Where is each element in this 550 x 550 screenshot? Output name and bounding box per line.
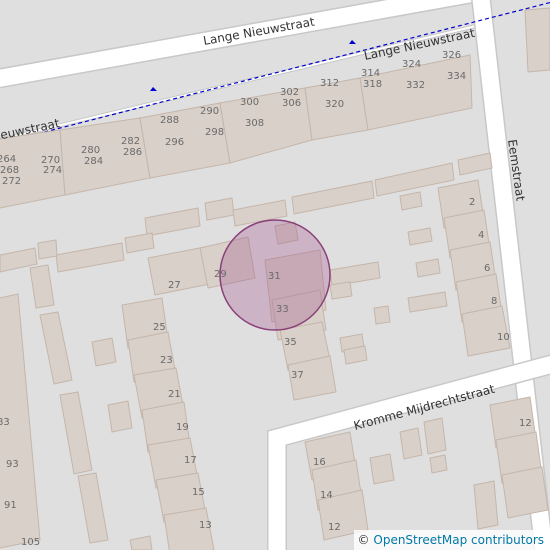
map-canvas: Lange Nieuwstraat Lange Nieuwstraat ieuw… bbox=[0, 0, 550, 550]
house-number: 296 bbox=[165, 137, 184, 148]
house-number: 290 bbox=[200, 106, 219, 117]
route-arrow-1 bbox=[150, 87, 157, 91]
house-number: 93 bbox=[6, 459, 19, 470]
house-number: 302 bbox=[280, 87, 299, 98]
shed bbox=[407, 227, 433, 246]
house-number: 326 bbox=[442, 50, 461, 61]
building-block bbox=[524, 7, 550, 73]
house-number: 308 bbox=[245, 118, 264, 129]
map-view[interactable]: Lange Nieuwstraat Lange Nieuwstraat ieuw… bbox=[0, 0, 550, 550]
house-number: 37 bbox=[291, 370, 304, 381]
house-number: 332 bbox=[406, 80, 425, 91]
house-number: 284 bbox=[84, 156, 103, 167]
house-number: 312 bbox=[320, 78, 339, 89]
house-number: 16 bbox=[313, 457, 326, 468]
house-number: 19 bbox=[176, 422, 189, 433]
house-number: 4 bbox=[478, 230, 484, 241]
osm-contributors-link[interactable]: OpenStreetMap contributors bbox=[373, 533, 544, 547]
shed bbox=[429, 454, 448, 474]
house-number: 10 bbox=[497, 332, 510, 343]
shed bbox=[369, 453, 395, 485]
shed bbox=[399, 427, 423, 460]
house-number: 274 bbox=[43, 165, 62, 176]
shed bbox=[29, 264, 55, 309]
copyright-symbol: © bbox=[357, 533, 370, 547]
house-number: 29 bbox=[214, 269, 227, 280]
shed bbox=[291, 180, 375, 215]
house-number: 35 bbox=[284, 337, 297, 348]
house-number: 286 bbox=[123, 147, 142, 158]
house-number: 334 bbox=[447, 71, 466, 82]
shed bbox=[55, 242, 125, 273]
house-number: 306 bbox=[282, 98, 301, 109]
house-number: 25 bbox=[153, 322, 166, 333]
house-number: 268 bbox=[0, 165, 19, 176]
shed bbox=[415, 258, 441, 278]
house-number: 272 bbox=[2, 176, 21, 187]
house-number: 13 bbox=[199, 520, 212, 531]
shed bbox=[204, 197, 235, 221]
shed bbox=[423, 417, 447, 455]
house-number: 23 bbox=[160, 355, 173, 366]
house-number: 27 bbox=[168, 280, 181, 291]
shed bbox=[373, 305, 391, 325]
shed bbox=[144, 207, 201, 237]
building-block bbox=[461, 305, 511, 357]
shed bbox=[77, 472, 109, 544]
house-number: 21 bbox=[168, 389, 181, 400]
house-number: 12 bbox=[328, 522, 341, 533]
house-number: 318 bbox=[363, 79, 382, 90]
house-number: 12 bbox=[519, 418, 532, 429]
shed bbox=[107, 400, 133, 433]
house-number: 33 bbox=[276, 304, 289, 315]
house-number: 17 bbox=[184, 455, 197, 466]
house-number: 15 bbox=[192, 487, 205, 498]
house-number: 264 bbox=[0, 154, 16, 165]
house-number: 8 bbox=[491, 296, 497, 307]
shed bbox=[399, 191, 423, 211]
shed bbox=[91, 337, 117, 367]
shed bbox=[329, 281, 353, 300]
house-number: 280 bbox=[81, 145, 100, 156]
house-number: 320 bbox=[325, 99, 344, 110]
house-number: 31 bbox=[268, 271, 281, 282]
shed bbox=[129, 535, 153, 550]
house-number: 2 bbox=[469, 197, 475, 208]
shed bbox=[473, 480, 499, 530]
street-label-lange-nieuwstraat-1: Lange Nieuwstraat bbox=[202, 15, 316, 48]
shed bbox=[329, 261, 381, 287]
house-number: 298 bbox=[205, 127, 224, 138]
house-number: 300 bbox=[240, 97, 259, 108]
map-attribution: © OpenStreetMap contributors bbox=[353, 530, 550, 550]
shed bbox=[59, 391, 93, 475]
route-arrow-2 bbox=[349, 40, 356, 44]
house-number: 105 bbox=[21, 537, 40, 548]
building-block bbox=[501, 466, 549, 519]
house-number: 83 bbox=[0, 417, 10, 428]
shed bbox=[124, 232, 155, 254]
shed bbox=[407, 291, 448, 313]
house-number: 282 bbox=[121, 136, 140, 147]
house-number: 288 bbox=[160, 115, 179, 126]
shed bbox=[37, 239, 58, 260]
house-number: 91 bbox=[4, 500, 17, 511]
house-number: 6 bbox=[484, 263, 490, 274]
shed bbox=[39, 311, 73, 385]
shed bbox=[457, 152, 493, 176]
house-number: 14 bbox=[320, 490, 333, 501]
house-number: 324 bbox=[402, 59, 421, 70]
house-number: 314 bbox=[361, 68, 380, 79]
